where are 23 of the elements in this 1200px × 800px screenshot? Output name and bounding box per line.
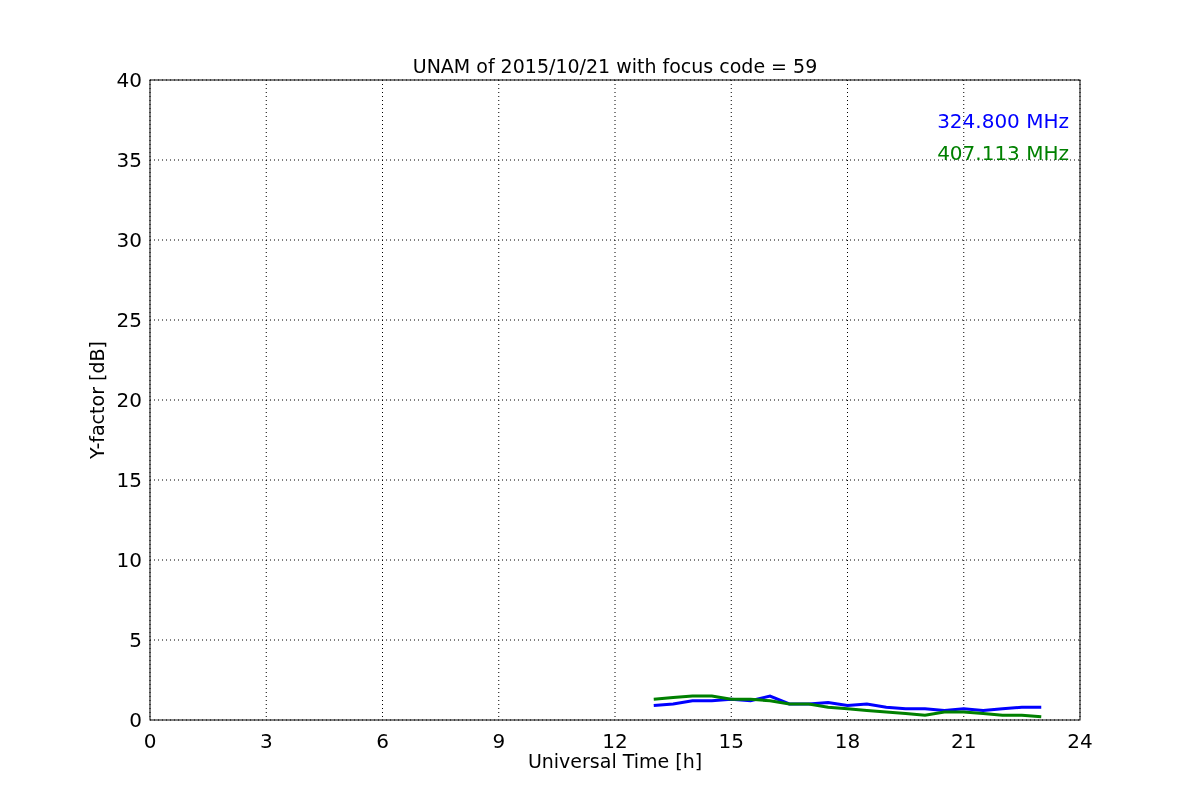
chart-title: UNAM of 2015/10/21 with focus code = 59 [412,55,818,77]
legend-label: 324.800 MHz [937,109,1069,133]
tick-label: 18 [834,729,861,753]
tick-label: 40 [116,68,142,92]
tick-label: 6 [376,729,389,753]
axis-label: Y-factor [dB] [86,341,108,459]
tick-label: 20 [116,388,142,412]
tick-label: 15 [116,468,142,492]
tick-label: 5 [129,628,142,652]
legend-label: 407.113 MHz [937,141,1069,165]
axis-label: Universal Time [h] [527,750,703,772]
tick-label: 3 [259,729,273,753]
tick-label: 9 [492,729,506,753]
tick-label: 0 [129,708,142,732]
tick-label: 10 [116,548,142,572]
tick-label: 21 [951,729,977,753]
tick-label: 25 [116,308,142,332]
tick-label: 15 [718,729,744,753]
tick-label: 24 [1067,729,1093,753]
tick-label: 35 [116,148,142,172]
tick-label: 30 [116,228,142,252]
tick-label: 0 [143,729,157,753]
tick-label: 12 [602,729,628,753]
